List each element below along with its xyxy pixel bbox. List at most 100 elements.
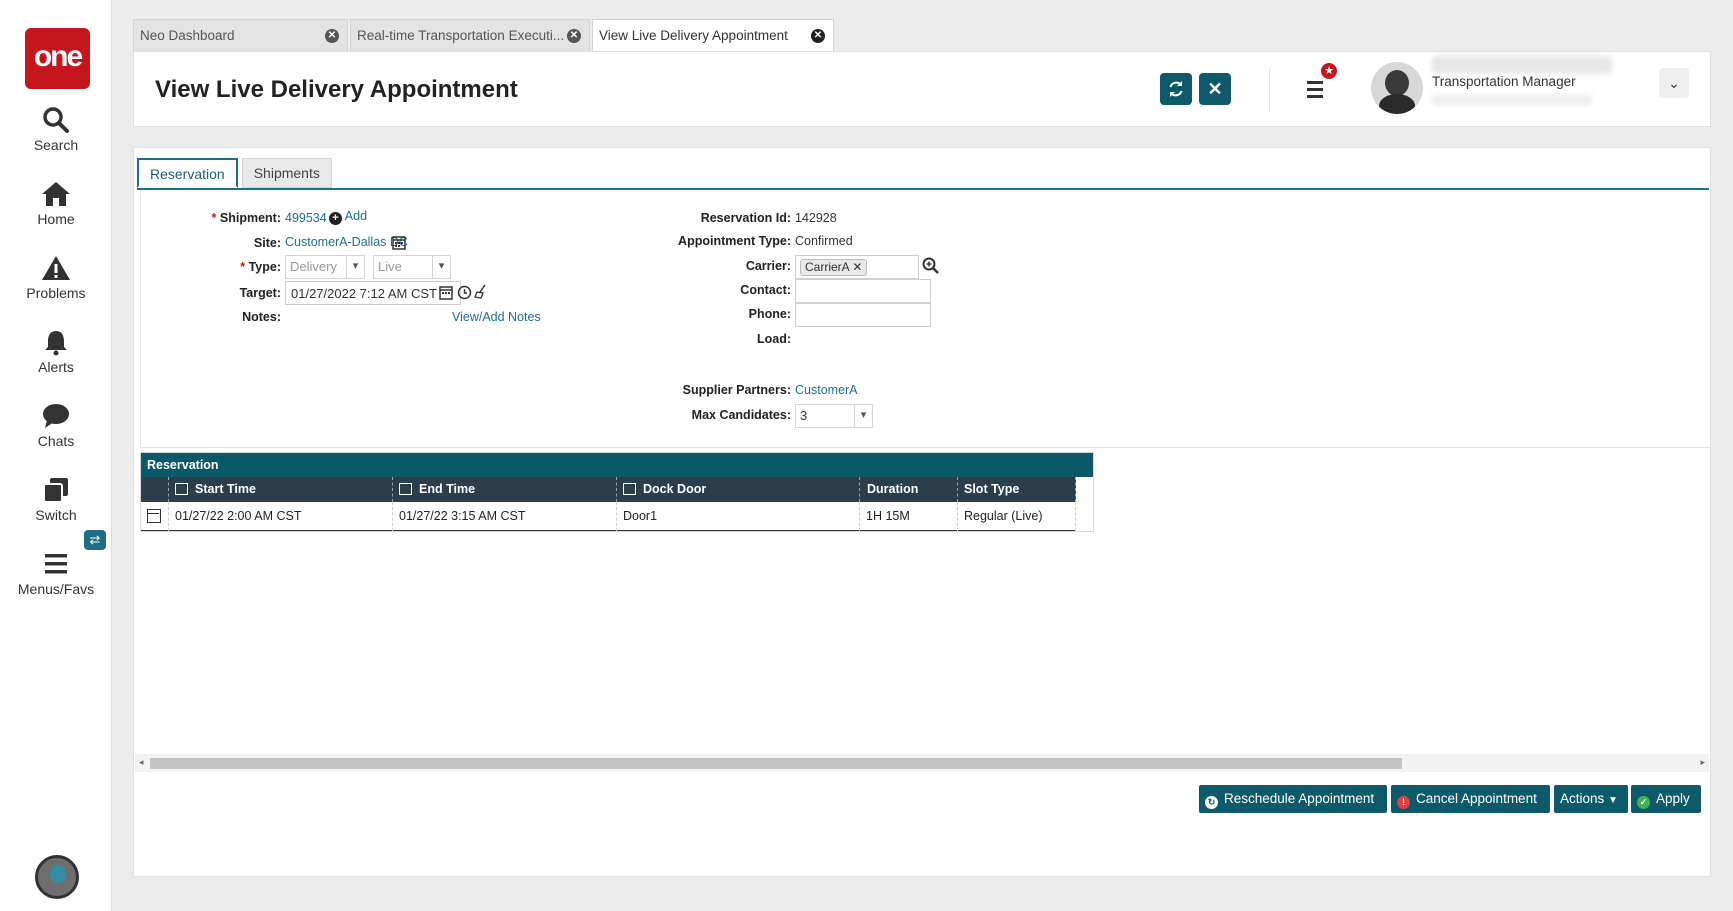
sidebar-item-alerts[interactable]: Alerts — [0, 328, 112, 375]
bell-icon — [45, 331, 67, 356]
reservation-id-label: Reservation Id: — [700, 211, 791, 225]
type-mode-select[interactable]: Live ▾ — [373, 255, 451, 279]
scroll-left-icon[interactable]: ◂ — [139, 757, 144, 768]
tab-label: Real-time Transportation Executi... — [357, 28, 565, 43]
reservation-form: * Shipment: 499534 + Add Site: CustomerA… — [140, 193, 1710, 448]
sidebar-item-label: Search — [33, 137, 79, 153]
tab-view-live-delivery-appointment[interactable]: View Live Delivery Appointment ✕ — [592, 19, 834, 51]
reschedule-appointment-button[interactable]: ↻ Reschedule Appointment — [1199, 785, 1387, 813]
chip-remove-icon[interactable]: ✕ — [852, 260, 862, 274]
close-icon[interactable]: ✕ — [325, 29, 339, 43]
site-link[interactable]: CustomerA-Dallas DC — [285, 235, 408, 249]
shipment-link[interactable]: 499534 — [285, 211, 327, 225]
load-label: Load: — [756, 332, 791, 346]
cell-end-time: 01/27/22 3:15 AM CST — [393, 502, 617, 531]
sidebar-item-label: Switch — [35, 507, 77, 523]
actions-dropdown-button[interactable]: Actions ▼ — [1554, 785, 1628, 813]
user-avatar-bottom[interactable] — [35, 855, 79, 899]
switch-arrows-icon[interactable]: ⇄ — [84, 530, 106, 550]
user-avatar[interactable] — [1371, 62, 1423, 114]
type-select[interactable]: Delivery ▾ — [285, 255, 365, 279]
calendar-icon[interactable] — [392, 235, 406, 250]
max-candidates-select[interactable]: 3 ▾ — [795, 404, 873, 428]
chat-icon — [43, 404, 69, 428]
sidebar-item-label: Problems — [26, 285, 86, 301]
content-card: Reservation Shipments * Shipment: 499534… — [133, 147, 1711, 877]
menu-icon — [45, 554, 67, 574]
column-header-end-time[interactable]: End Time — [393, 477, 617, 502]
scroll-right-icon[interactable]: ▸ — [1700, 757, 1705, 768]
document-tabs: Neo Dashboard ✕ Real-time Transportation… — [133, 19, 836, 51]
carrier-chip[interactable]: CarrierA ✕ — [800, 259, 868, 276]
hamburger-menu-icon[interactable] — [1304, 77, 1326, 103]
app-logo[interactable]: one — [25, 28, 90, 89]
apply-button[interactable]: ✓ Apply — [1631, 785, 1701, 813]
add-shipment-button[interactable]: + Add — [329, 209, 367, 225]
search-zoom-icon[interactable] — [922, 257, 939, 274]
user-role: Transportation Manager — [1432, 74, 1576, 89]
cell-slot-type: Regular (Live) — [958, 502, 1076, 531]
target-date-input[interactable] — [285, 281, 461, 305]
contact-input[interactable] — [795, 279, 931, 303]
user-menu-chevron-down-icon[interactable]: ⌄ — [1659, 68, 1689, 98]
star-badge-icon[interactable]: ★ — [1319, 61, 1339, 81]
phone-input[interactable] — [795, 303, 931, 327]
table-row[interactable]: 01/27/22 2:00 AM CST 01/27/22 3:15 AM CS… — [141, 502, 1076, 531]
close-icon[interactable]: ✕ — [567, 29, 581, 43]
sidebar-item-switch[interactable]: Switch — [0, 476, 112, 523]
scrollbar-thumb[interactable] — [150, 758, 1402, 769]
reservation-grid: Reservation Start Time End Time Dock Doo… — [140, 452, 1094, 532]
column-header-slot-type[interactable]: Slot Type — [958, 477, 1076, 502]
calendar-icon[interactable] — [439, 285, 453, 300]
notes-label: Notes: — [242, 310, 281, 324]
tab-underline — [137, 188, 1709, 190]
supplier-partners-link[interactable]: CustomerA — [795, 383, 858, 397]
footer-actions: ↻ Reschedule Appointment ! Cancel Appointm… — [134, 778, 1710, 818]
tab-shipments[interactable]: Shipments — [241, 158, 332, 188]
sidebar-item-menus-favs[interactable]: Menus/Favs — [0, 550, 112, 597]
caret-down-icon: ▼ — [1608, 795, 1618, 806]
chevron-down-icon: ▾ — [346, 256, 364, 278]
appointment-type-value: Confirmed — [795, 234, 853, 248]
tab-real-time-transportation[interactable]: Real-time Transportation Executi... ✕ — [350, 19, 590, 51]
clock-icon[interactable] — [457, 285, 472, 300]
grid-title: Reservation — [141, 453, 1093, 477]
reschedule-icon: ↻ — [1205, 796, 1218, 809]
sidebar-item-problems[interactable]: Problems — [0, 254, 112, 301]
tab-label: Neo Dashboard — [140, 28, 235, 43]
max-candidates-label: Max Candidates: — [691, 408, 791, 422]
sidebar: one Search Home Problems Alerts Chats Sw… — [0, 0, 112, 911]
row-calendar-cell[interactable] — [141, 502, 169, 531]
target-label: Target: — [239, 286, 281, 300]
home-icon — [42, 182, 70, 206]
grid-header-spacer — [141, 477, 169, 502]
warning-icon — [42, 256, 70, 280]
column-header-duration[interactable]: Duration — [860, 477, 958, 502]
close-icon[interactable]: ✕ — [811, 29, 825, 43]
column-header-dock-door[interactable]: Dock Door — [617, 477, 860, 502]
user-org-redacted — [1432, 94, 1592, 106]
plus-circle-icon: + — [329, 212, 342, 225]
edit-icon — [175, 483, 188, 495]
cancel-appointment-button[interactable]: ! Cancel Appointment — [1391, 785, 1550, 813]
sidebar-item-search[interactable]: Search — [0, 106, 112, 153]
column-header-start-time[interactable]: Start Time — [169, 477, 393, 502]
edit-icon — [623, 483, 636, 495]
user-name-redacted — [1432, 56, 1612, 74]
refresh-button[interactable] — [1160, 73, 1192, 105]
sidebar-item-home[interactable]: Home — [0, 180, 112, 227]
tab-reservation[interactable]: Reservation — [137, 158, 238, 188]
sidebar-item-label: Chats — [37, 433, 75, 449]
sidebar-item-chats[interactable]: Chats — [0, 402, 112, 449]
horizontal-scrollbar[interactable]: ◂ ▸ — [135, 754, 1709, 772]
inner-tabs: Reservation Shipments — [137, 158, 336, 188]
alert-icon: ! — [1397, 796, 1410, 809]
grid-header: Start Time End Time Dock Door Duration S… — [141, 477, 1076, 502]
phone-label: Phone: — [748, 307, 791, 321]
view-add-notes-link[interactable]: View/Add Notes — [452, 310, 541, 324]
carrier-input[interactable]: CarrierA ✕ — [795, 255, 919, 279]
clear-broom-icon[interactable] — [474, 284, 487, 299]
tab-neo-dashboard[interactable]: Neo Dashboard ✕ — [133, 19, 348, 51]
close-button[interactable]: ✕ — [1199, 73, 1231, 105]
calendar-icon[interactable] — [147, 509, 161, 523]
